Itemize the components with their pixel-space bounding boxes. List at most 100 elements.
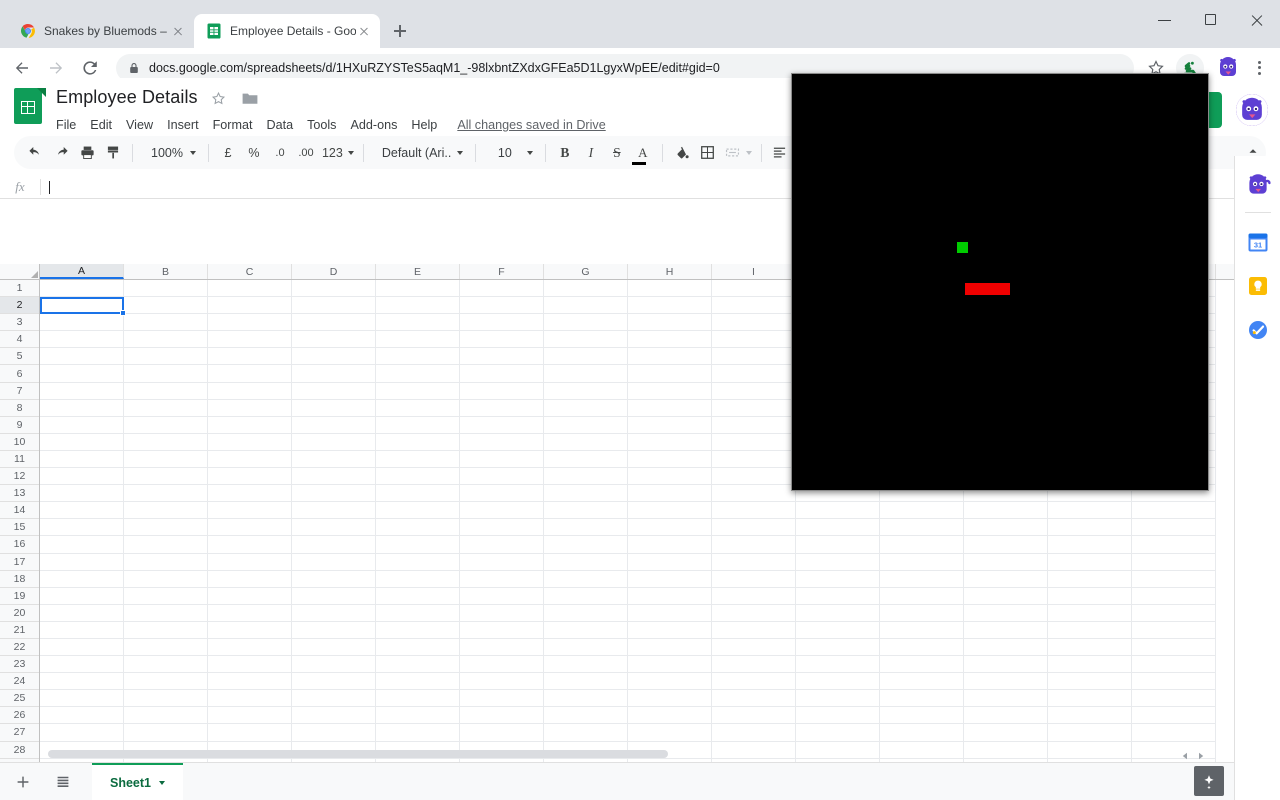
- cell-I13[interactable]: [712, 485, 796, 503]
- cell-C21[interactable]: [208, 621, 292, 639]
- cell-A27[interactable]: [40, 724, 124, 742]
- column-header-e[interactable]: E: [376, 264, 460, 279]
- cell-L17[interactable]: [964, 553, 1048, 571]
- cell-D8[interactable]: [292, 399, 376, 417]
- cell-B21[interactable]: [124, 621, 208, 639]
- cell-B16[interactable]: [124, 536, 208, 554]
- cell-K19[interactable]: [880, 587, 964, 605]
- page-title[interactable]: Employee Details: [56, 87, 198, 108]
- google-sheets-logo[interactable]: [14, 88, 46, 128]
- percent-format-button[interactable]: %: [241, 140, 267, 166]
- cell-K25[interactable]: [880, 690, 964, 708]
- cell-M16[interactable]: [1048, 536, 1132, 554]
- cell-A11[interactable]: [40, 450, 124, 469]
- cell-D20[interactable]: [292, 604, 376, 622]
- snake-game-window[interactable]: [791, 73, 1209, 491]
- cell-G2[interactable]: [544, 297, 628, 315]
- cell-E17[interactable]: [376, 553, 460, 571]
- cell-E26[interactable]: [376, 707, 460, 725]
- cell-B17[interactable]: [124, 553, 208, 571]
- row-header-16[interactable]: 16: [0, 536, 39, 554]
- cell-F3[interactable]: [460, 314, 544, 332]
- row-header-15[interactable]: 15: [0, 519, 39, 537]
- cell-L21[interactable]: [964, 621, 1048, 639]
- menu-format[interactable]: Format: [213, 118, 253, 132]
- cell-I14[interactable]: [712, 502, 796, 520]
- cell-N27[interactable]: [1132, 724, 1216, 742]
- cell-J24[interactable]: [796, 673, 880, 691]
- cell-G20[interactable]: [544, 604, 628, 622]
- cell-B4[interactable]: [124, 331, 208, 349]
- cell-I27[interactable]: [712, 724, 796, 742]
- column-header-d[interactable]: D: [292, 264, 376, 279]
- cell-G14[interactable]: [544, 502, 628, 520]
- cell-D3[interactable]: [292, 314, 376, 332]
- cell-I16[interactable]: [712, 536, 796, 554]
- cell-L25[interactable]: [964, 690, 1048, 708]
- cell-G9[interactable]: [544, 416, 628, 434]
- cell-J21[interactable]: [796, 621, 880, 639]
- cell-D25[interactable]: [292, 690, 376, 708]
- cell-A3[interactable]: [40, 314, 124, 332]
- cell-M27[interactable]: [1048, 724, 1132, 742]
- cell-E2[interactable]: [376, 297, 460, 315]
- purple-monster-addon-icon[interactable]: [1243, 170, 1273, 200]
- zoom-control[interactable]: 100%: [139, 140, 202, 166]
- cell-F18[interactable]: [460, 570, 544, 588]
- cell-E7[interactable]: [376, 382, 460, 400]
- cell-H12[interactable]: [628, 468, 712, 486]
- cell-G21[interactable]: [544, 621, 628, 639]
- cell-B1[interactable]: [124, 280, 208, 298]
- cell-A12[interactable]: [40, 468, 124, 486]
- cell-J18[interactable]: [796, 570, 880, 588]
- cell-H1[interactable]: [628, 280, 712, 298]
- cell-M26[interactable]: [1048, 707, 1132, 725]
- cell-H10[interactable]: [628, 433, 712, 451]
- cell-A13[interactable]: [40, 485, 124, 503]
- cell-I5[interactable]: [712, 348, 796, 366]
- print-icon[interactable]: [74, 140, 100, 166]
- cell-A10[interactable]: [40, 433, 124, 451]
- menu-file[interactable]: File: [56, 118, 76, 132]
- column-header-g[interactable]: G: [544, 264, 628, 279]
- cell-A4[interactable]: [40, 331, 124, 349]
- cell-J16[interactable]: [796, 536, 880, 554]
- menu-edit[interactable]: Edit: [90, 118, 112, 132]
- cell-J14[interactable]: [796, 502, 880, 520]
- cell-G22[interactable]: [544, 638, 628, 657]
- cell-I7[interactable]: [712, 382, 796, 400]
- strikethrough-button[interactable]: S: [604, 140, 630, 166]
- cell-H27[interactable]: [628, 724, 712, 742]
- row-header-8[interactable]: 8: [0, 400, 39, 417]
- cell-A23[interactable]: [40, 656, 124, 674]
- cell-A9[interactable]: [40, 416, 124, 434]
- cell-D12[interactable]: [292, 468, 376, 486]
- bold-button[interactable]: B: [552, 140, 578, 166]
- cell-C20[interactable]: [208, 604, 292, 622]
- all-sheets-icon[interactable]: [46, 765, 80, 799]
- cell-C13[interactable]: [208, 485, 292, 503]
- cell-G18[interactable]: [544, 570, 628, 588]
- cell-H11[interactable]: [628, 450, 712, 469]
- cell-B12[interactable]: [124, 468, 208, 486]
- cell-F9[interactable]: [460, 416, 544, 434]
- cell-K23[interactable]: [880, 656, 964, 674]
- cell-E15[interactable]: [376, 519, 460, 537]
- cell-M21[interactable]: [1048, 621, 1132, 639]
- column-header-a[interactable]: A: [40, 264, 124, 279]
- cell-K22[interactable]: [880, 638, 964, 657]
- cell-A26[interactable]: [40, 707, 124, 725]
- cell-A7[interactable]: [40, 382, 124, 400]
- row-header-7[interactable]: 7: [0, 383, 39, 400]
- cell-F7[interactable]: [460, 382, 544, 400]
- close-window-button[interactable]: [1234, 0, 1280, 40]
- text-color-button[interactable]: A: [630, 140, 656, 166]
- cell-I2[interactable]: [712, 297, 796, 315]
- cell-K27[interactable]: [880, 724, 964, 742]
- cell-B26[interactable]: [124, 707, 208, 725]
- cell-I4[interactable]: [712, 331, 796, 349]
- cell-N23[interactable]: [1132, 656, 1216, 674]
- cell-E5[interactable]: [376, 348, 460, 366]
- paint-format-icon[interactable]: [100, 140, 126, 166]
- cell-L15[interactable]: [964, 519, 1048, 537]
